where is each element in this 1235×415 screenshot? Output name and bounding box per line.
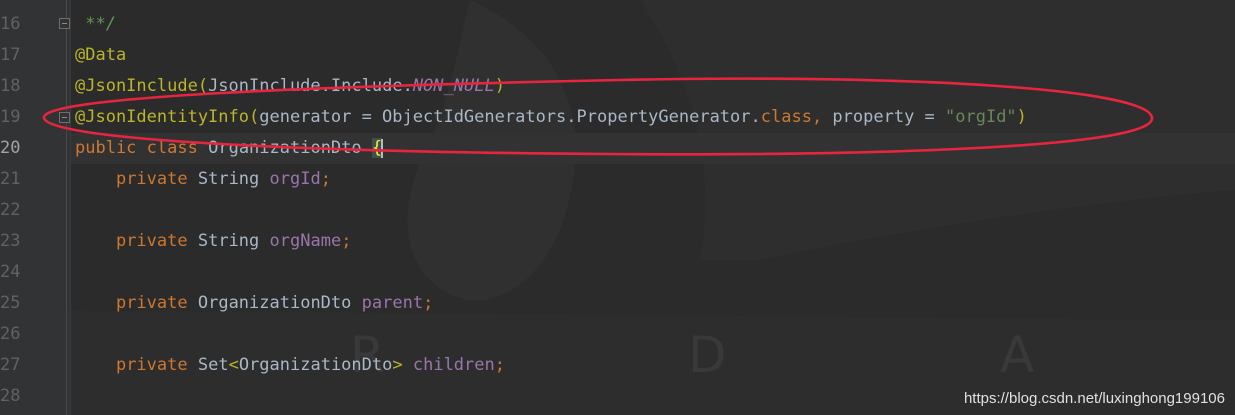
property-arg: property =	[822, 107, 946, 127]
code-line-21[interactable]: private String orgId;	[75, 164, 331, 195]
generic-close: >	[392, 355, 403, 375]
watermark-letter-a: A	[1000, 326, 1034, 384]
dot: .	[320, 76, 331, 96]
annotation-json-identity-info: @JsonIdentityInfo(	[75, 107, 260, 127]
source-url-watermark: https://blog.csdn.net/luxinghong199106	[963, 390, 1225, 407]
text-caret	[381, 138, 384, 158]
line-number-current: 20	[0, 138, 21, 158]
field-name: children	[412, 355, 495, 375]
code-line-17[interactable]: @Data	[75, 40, 126, 71]
paren-close: )	[494, 76, 505, 96]
code-line-23[interactable]: private String orgName;	[75, 226, 351, 257]
fold-guide-line	[66, 0, 67, 415]
line-number: 28	[0, 386, 21, 406]
semicolon: ;	[320, 169, 331, 189]
fold-icon[interactable]	[59, 18, 70, 29]
field-name: parent	[361, 293, 424, 313]
code-line-20[interactable]: public class OrganizationDto {	[75, 133, 384, 164]
constant-non-null: NON_NULL	[412, 76, 495, 96]
keyword-class: class	[146, 138, 198, 158]
line-number: 27	[0, 355, 21, 375]
semicolon: ;	[423, 293, 434, 313]
code-editor[interactable]: R D A 16 17 18 19 20 21 22 23 24 25 26 2…	[0, 0, 1235, 415]
keyword-private: private	[115, 169, 188, 189]
line-number: 24	[0, 262, 21, 282]
generic-open: <	[228, 355, 239, 375]
keyword-public: public	[75, 138, 137, 158]
line-number: 25	[0, 293, 21, 313]
line-number: 21	[0, 169, 21, 189]
line-number: 17	[0, 45, 21, 65]
line-number: 19	[0, 107, 21, 127]
field-name: orgName	[269, 231, 342, 251]
code-line-25[interactable]: private OrganizationDto parent;	[75, 288, 433, 319]
line-number: 16	[0, 14, 21, 34]
string-literal: "orgId"	[945, 107, 1017, 127]
type-arg: OrganizationDto	[238, 355, 393, 375]
enum-ref: Include	[330, 76, 403, 96]
line-number: 18	[0, 76, 21, 96]
code-line-19[interactable]: @JsonIdentityInfo(generator = ObjectIdGe…	[75, 102, 1027, 133]
code-line-16[interactable]: **/	[75, 9, 116, 40]
gutter-divider	[70, 0, 71, 415]
semicolon: ;	[341, 231, 352, 251]
type-name: String	[197, 231, 260, 251]
generator-arg: generator = ObjectIdGenerators.PropertyG…	[259, 107, 761, 127]
type-name: OrganizationDto	[197, 293, 352, 313]
semicolon: ;	[494, 355, 505, 375]
class-name: OrganizationDto	[208, 138, 362, 158]
keyword-private: private	[115, 355, 188, 375]
line-number: 22	[0, 200, 21, 220]
class-ref: JsonInclude	[208, 76, 321, 96]
code-line-27[interactable]: private Set<OrganizationDto> children;	[75, 350, 505, 381]
fold-icon[interactable]	[59, 112, 70, 123]
line-number-gutter[interactable]: 16 17 18 19 20 21 22 23 24 25 26 27 28	[0, 0, 70, 415]
paren-close: )	[1016, 107, 1027, 127]
annotation-data: @Data	[75, 45, 127, 65]
line-number: 23	[0, 231, 21, 251]
dot: .	[402, 76, 413, 96]
keyword-private: private	[115, 293, 188, 313]
code-line-18[interactable]: @JsonInclude(JsonInclude.Include.NON_NUL…	[75, 71, 505, 102]
keyword-private: private	[115, 231, 188, 251]
type-name: String	[197, 169, 260, 189]
annotation-json-include: @JsonInclude(	[75, 76, 209, 96]
watermark-letter-d: D	[688, 326, 727, 384]
comma: ,	[811, 107, 823, 127]
keyword-class: class	[760, 107, 812, 127]
type-name: Set	[197, 355, 229, 375]
field-name: orgId	[269, 169, 321, 189]
doc-comment-end: **/	[75, 14, 116, 34]
line-number: 26	[0, 324, 21, 344]
